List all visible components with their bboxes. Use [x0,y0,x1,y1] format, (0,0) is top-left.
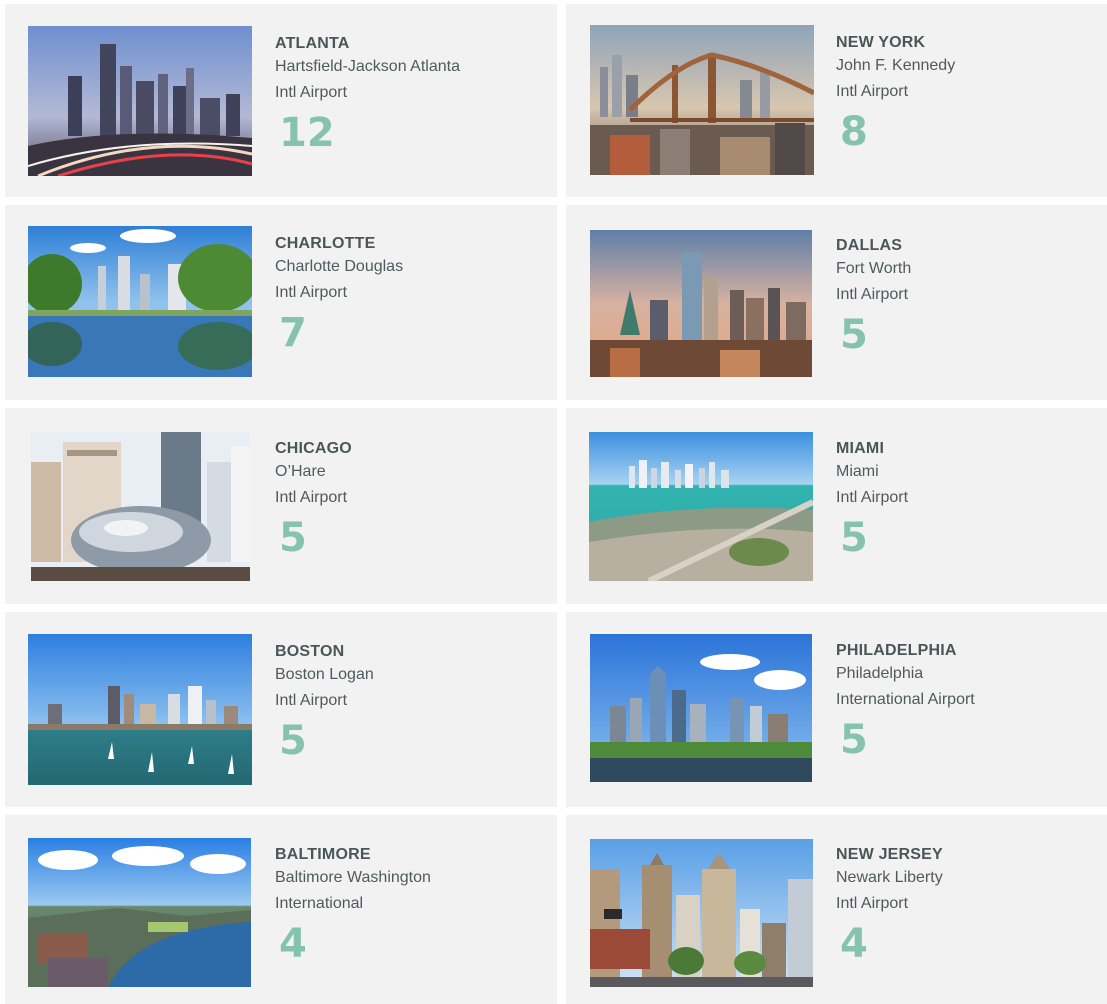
newark-street-photo [590,839,813,987]
city-name: MIAMI [836,440,885,457]
airport-name-line2: International [275,895,364,912]
city-name: CHICAGO [275,440,352,457]
city-card-baltimore[interactable]: BALTIMORE Baltimore Washington Internati… [5,815,557,1004]
miami-bay-photo [589,432,813,581]
airport-name: Boston Logan [275,666,374,683]
count-value: 5 [840,312,868,358]
charlotte-park-photo [28,226,252,377]
city-name: BALTIMORE [275,846,371,863]
airport-name-line2: Intl Airport [275,489,348,506]
airport-name: Miami [836,463,879,480]
philadelphia-skyline-photo [590,634,812,782]
count-value: 4 [279,921,307,967]
city-card-chicago[interactable]: CHICAGO O’Hare Intl Airport 5 [5,408,557,604]
airport-name: Philadelphia [836,665,924,682]
airport-name: Newark Liberty [836,869,943,886]
count-value: 7 [279,310,307,356]
chicago-bean-photo [31,432,250,581]
count-value: 4 [840,921,868,967]
city-card-boston[interactable]: BOSTON Boston Logan Intl Airport 5 [5,612,557,807]
city-name: DALLAS [836,237,903,254]
count-value: 12 [279,110,335,156]
city-card-philadelphia[interactable]: PHILADELPHIA Philadelphia International … [566,612,1107,807]
airport-name: Charlotte Douglas [275,258,404,275]
airport-name-line2: Intl Airport [836,286,909,303]
airport-name-line2: Intl Airport [836,895,909,912]
count-value: 8 [840,109,868,155]
city-card-atlanta[interactable]: ATLANTA Hartsfield-Jackson Atlanta Intl … [5,4,557,197]
airport-name-line2: Intl Airport [275,692,348,709]
city-card-new-york[interactable]: NEW YORK John F. Kennedy Intl Airport 8 [566,4,1107,197]
city-name: BOSTON [275,643,345,660]
count-value: 5 [840,515,868,561]
city-card-new-jersey[interactable]: NEW JERSEY Newark Liberty Intl Airport 4 [566,815,1107,1004]
airport-name-line2: Intl Airport [275,84,348,101]
city-name: ATLANTA [275,35,350,52]
count-value: 5 [279,515,307,561]
city-card-miami[interactable]: MIAMI Miami Intl Airport 5 [566,408,1107,604]
airport-name-line2: Intl Airport [275,284,348,301]
airport-name: Baltimore Washington [275,869,431,886]
airport-name-line2: International Airport [836,691,975,708]
city-card-dallas[interactable]: DALLAS Fort Worth Intl Airport 5 [566,205,1107,400]
airport-name: O’Hare [275,463,326,480]
city-name: NEW JERSEY [836,846,943,863]
airport-name: Hartsfield-Jackson Atlanta [275,58,460,75]
airport-name-line2: Intl Airport [836,489,909,506]
boston-harbor-photo [28,634,252,785]
city-card-charlotte[interactable]: CHARLOTTE Charlotte Douglas Intl Airport… [5,205,557,400]
atlanta-skyline-photo [28,26,252,176]
city-name: NEW YORK [836,34,926,51]
new-york-bridge-photo [590,25,814,175]
city-grid: ATLANTA Hartsfield-Jackson Atlanta Intl … [0,0,1107,1004]
city-name: PHILADELPHIA [836,642,957,659]
airport-name: Fort Worth [836,260,912,277]
baltimore-harbor-photo [28,838,251,987]
city-name: CHARLOTTE [275,235,376,252]
airport-name: John F. Kennedy [836,57,956,74]
count-value: 5 [840,717,868,763]
count-value: 5 [279,718,307,764]
airport-name-line2: Intl Airport [836,83,909,100]
dallas-skyline-photo [590,230,812,377]
